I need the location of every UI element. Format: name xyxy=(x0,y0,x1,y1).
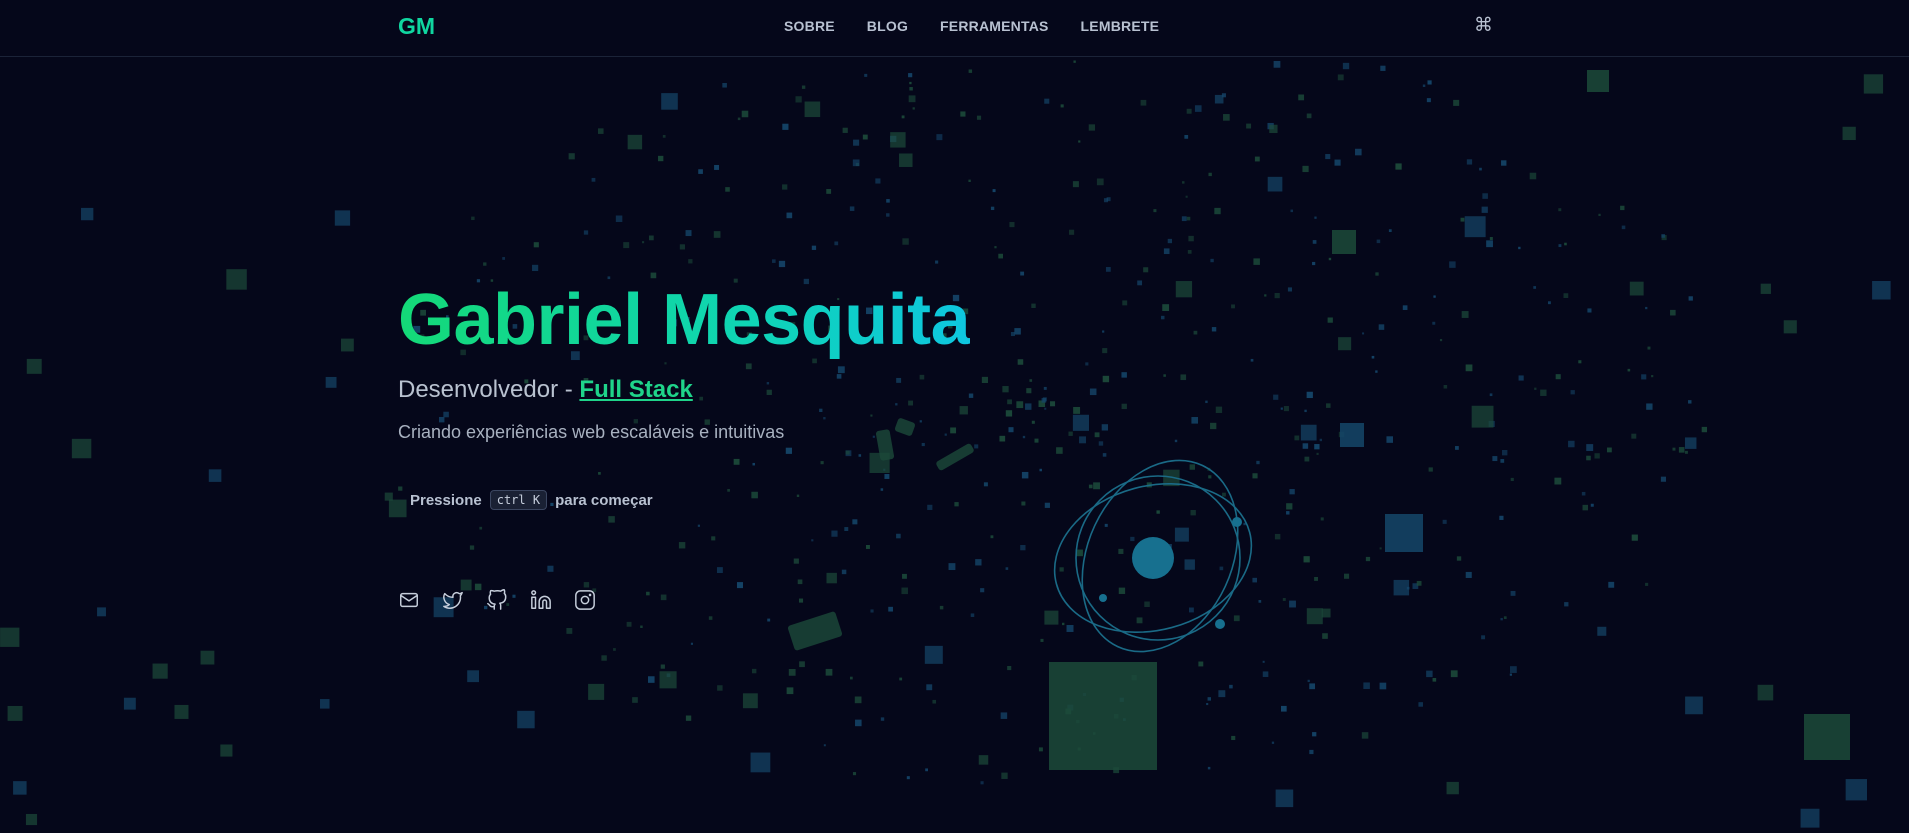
nav-link-sobre[interactable]: SOBRE xyxy=(784,18,835,34)
shortcut-hint: Pressione ctrl K para começar xyxy=(410,490,653,510)
nav-link-ferramentas[interactable]: FERRAMENTAS xyxy=(940,18,1049,34)
logo-link[interactable]: GM xyxy=(398,13,435,40)
page: GM SOBRE BLOG FERRAMENTAS LEMBRETE ⌘ Gab… xyxy=(0,0,1909,833)
hero-subtitle: Desenvolvedor - Full Stack xyxy=(398,376,693,404)
command-palette-icon[interactable]: ⌘ xyxy=(1474,14,1493,36)
main-nav: SOBRE BLOG FERRAMENTAS LEMBRETE xyxy=(784,18,1159,34)
press-label: Pressione xyxy=(410,491,482,509)
twitter-icon[interactable] xyxy=(442,589,464,611)
linkedin-icon[interactable] xyxy=(530,589,552,611)
nav-link-lembrete[interactable]: LEMBRETE xyxy=(1081,18,1160,34)
press-suffix: para começar xyxy=(555,491,653,509)
nav-link-blog[interactable]: BLOG xyxy=(867,18,908,34)
github-icon[interactable] xyxy=(486,589,508,611)
full-stack-link[interactable]: Full Stack xyxy=(579,376,692,403)
social-links xyxy=(398,589,596,611)
instagram-icon[interactable] xyxy=(574,589,596,611)
subtitle-prefix: Desenvolvedor - xyxy=(398,376,580,403)
hero: Gabriel Mesquita xyxy=(398,278,971,362)
hero-tagline: Criando experiências web escaláveis e in… xyxy=(398,422,785,442)
site-header: GM SOBRE BLOG FERRAMENTAS LEMBRETE ⌘ xyxy=(0,0,1909,57)
shortcut-key[interactable]: ctrl K xyxy=(489,490,548,510)
particle-background xyxy=(0,60,1891,828)
mail-icon[interactable] xyxy=(398,589,420,611)
hero-title: Gabriel Mesquita xyxy=(398,280,971,360)
